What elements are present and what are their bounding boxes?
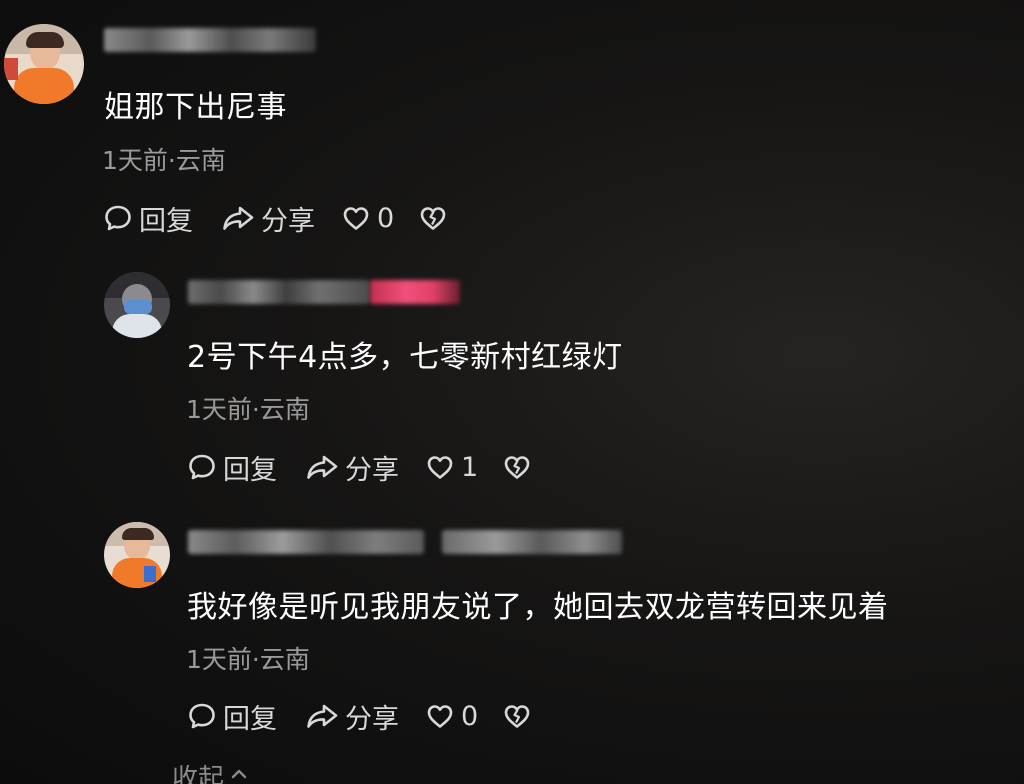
reply-button[interactable]: 回复: [187, 448, 277, 487]
username-redacted[interactable]: [104, 28, 316, 52]
comment-text: 姐那下出尼事: [104, 90, 287, 125]
broken-heart-icon: [502, 452, 532, 482]
collapse-replies-button[interactable]: 收起: [172, 758, 250, 784]
comment-meta: 1天前·云南: [186, 395, 310, 424]
reply-item: 我好像是听见我朋友说了，她回去双龙营转回来见着 1天前·云南 回复 分享 0: [0, 500, 1024, 750]
share-arrow-icon: [305, 701, 339, 731]
broken-heart-icon: [418, 203, 448, 233]
like-count: 0: [461, 700, 479, 732]
reply-text: 我好像是听见我朋友说了，她回去双龙营转回来见着: [187, 590, 889, 625]
username-badge-redacted: [370, 280, 460, 304]
share-button[interactable]: 分享: [305, 448, 399, 487]
broken-heart-icon: [502, 701, 532, 731]
dislike-button[interactable]: [502, 701, 532, 731]
like-count: 0: [377, 202, 395, 234]
comment-actions: 回复 分享 0: [103, 199, 448, 238]
dislike-button[interactable]: [502, 452, 532, 482]
dislike-button[interactable]: [418, 203, 448, 233]
heart-icon: [425, 701, 455, 731]
comment-bubble-icon: [103, 203, 133, 233]
comment-meta: 1天前·云南: [102, 146, 226, 175]
chevron-up-icon: [228, 762, 250, 784]
share-arrow-icon: [305, 452, 339, 482]
username-tag-redacted: [442, 530, 622, 554]
comment-bubble-icon: [187, 701, 217, 731]
reply-button[interactable]: 回复: [103, 199, 193, 238]
share-button[interactable]: 分享: [221, 199, 315, 238]
share-arrow-icon: [221, 203, 255, 233]
avatar[interactable]: [4, 24, 84, 104]
reply-label: 回复: [223, 454, 277, 486]
like-button[interactable]: 1: [425, 452, 478, 483]
heart-icon: [425, 452, 455, 482]
comment-section: 姐那下出尼事 1天前·云南 回复 分享 0 2号下午4点多，七零新村红绿灯 1天…: [0, 0, 1024, 784]
share-label: 分享: [345, 454, 399, 486]
avatar[interactable]: [104, 272, 170, 338]
reply-text: 2号下午4点多，七零新村红绿灯: [187, 340, 623, 375]
share-button[interactable]: 分享: [305, 697, 399, 736]
like-button[interactable]: 0: [425, 701, 478, 732]
like-button[interactable]: 0: [341, 203, 394, 234]
comment-item: 姐那下出尼事 1天前·云南 回复 分享 0: [0, 0, 1024, 250]
comment-actions: 回复 分享 1: [187, 448, 532, 487]
username-redacted[interactable]: [188, 280, 370, 304]
reply-item: 2号下午4点多，七零新村红绿灯 2号下午4点多，七零新村红绿灯 1天前·云南 回…: [0, 250, 1024, 500]
heart-icon: [341, 203, 371, 233]
like-count: 1: [461, 451, 479, 483]
reply-label: 回复: [223, 703, 277, 735]
username-redacted[interactable]: [188, 530, 424, 554]
avatar[interactable]: [104, 522, 170, 588]
reply-label: 回复: [139, 205, 193, 237]
comment-meta: 1天前·云南: [186, 645, 310, 674]
collapse-label: 收起: [172, 764, 225, 784]
share-label: 分享: [345, 703, 399, 735]
share-label: 分享: [261, 205, 315, 237]
comment-bubble-icon: [187, 452, 217, 482]
comment-actions: 回复 分享 0: [187, 697, 532, 736]
reply-button[interactable]: 回复: [187, 697, 277, 736]
